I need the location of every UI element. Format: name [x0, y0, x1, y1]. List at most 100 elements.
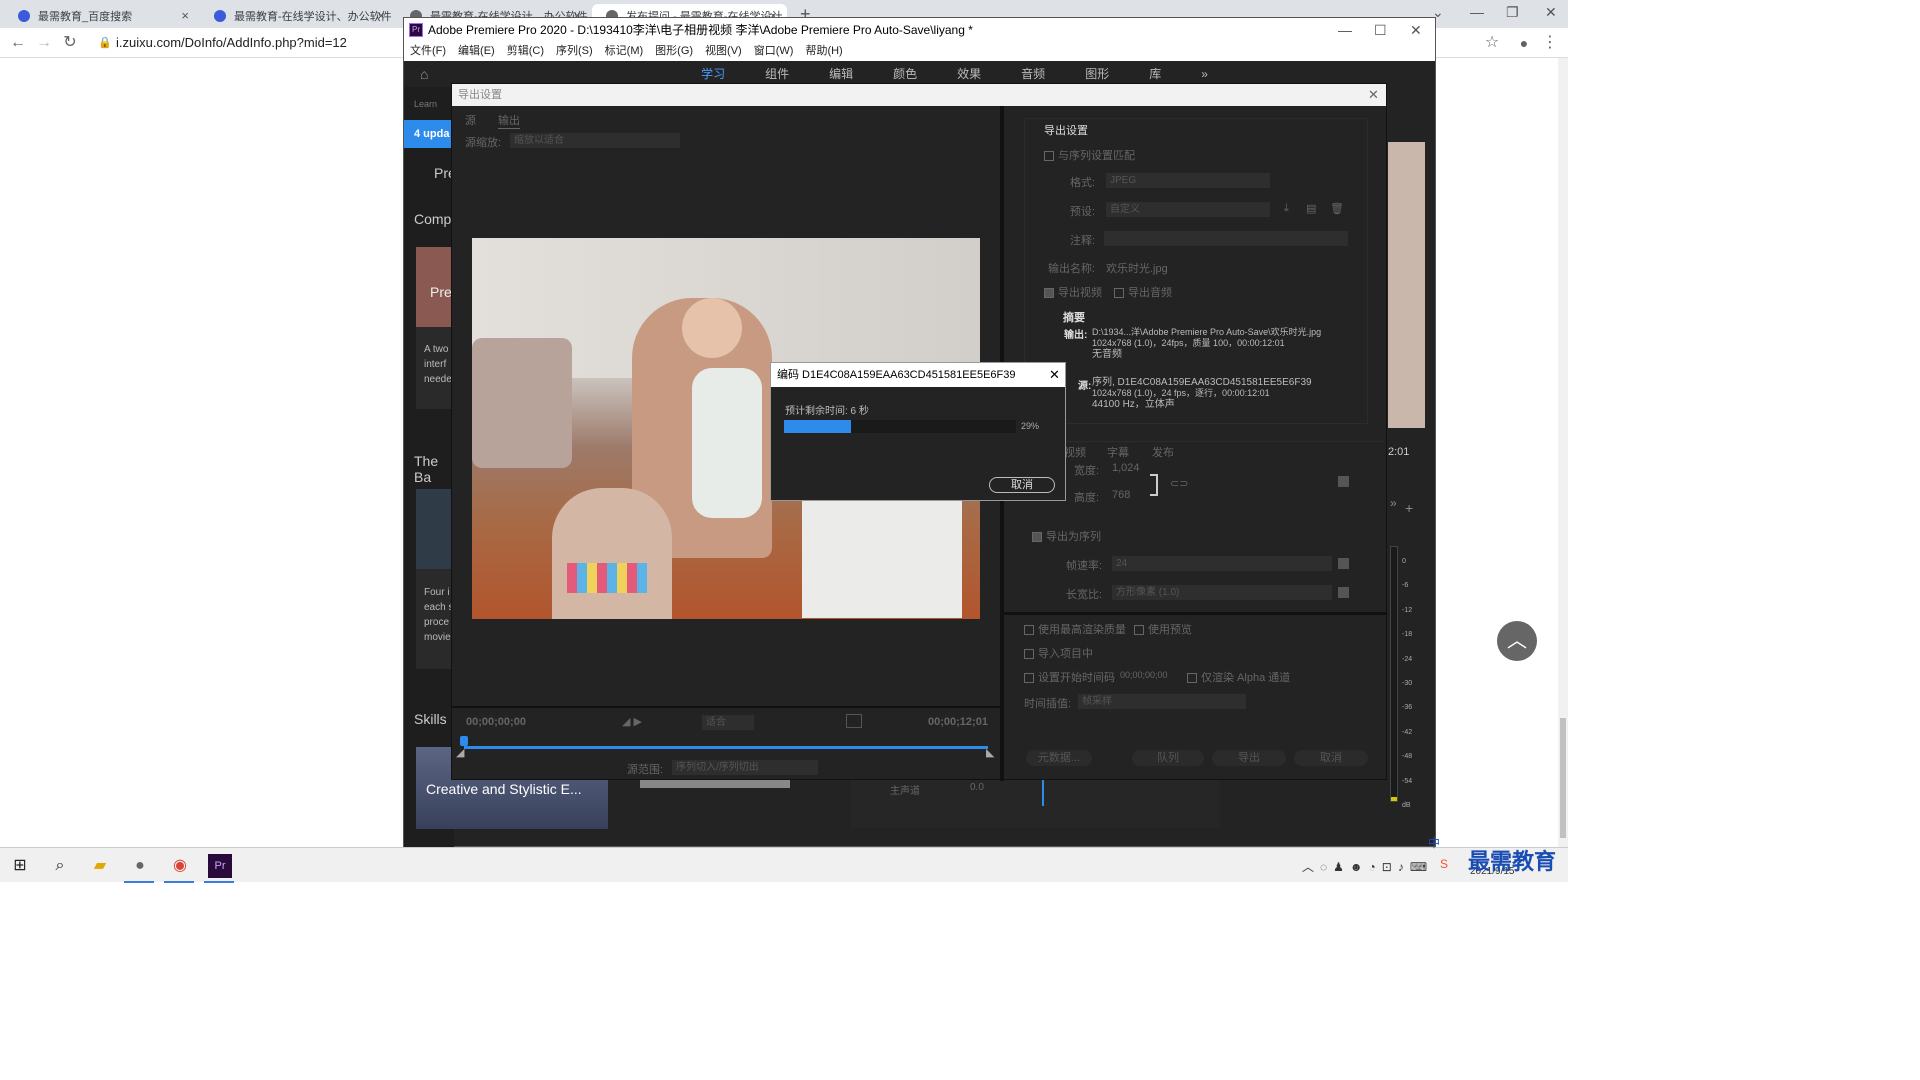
track-value: 0.0 — [970, 782, 984, 793]
comment-field[interactable] — [1104, 231, 1348, 246]
tab-publish[interactable]: 发布 — [1152, 444, 1174, 460]
scrollbar-thumb[interactable] — [1560, 718, 1566, 838]
ime-toolbar-chinese[interactable]: 中 — [1428, 834, 1440, 851]
export-video-checkbox[interactable]: 导出视频 — [1044, 284, 1102, 300]
start-timecode-checkbox[interactable]: 设置开始时间码 — [1024, 669, 1115, 685]
queue-button[interactable]: 队列 — [1132, 750, 1204, 766]
aspect-icon[interactable] — [846, 714, 862, 728]
use-preview-checkbox[interactable]: 使用预览 — [1134, 621, 1192, 637]
fps-checkbox[interactable] — [1338, 558, 1349, 569]
close-tab-icon[interactable]: × — [181, 8, 189, 23]
timecode-end[interactable]: 00;00;12;01 — [928, 716, 988, 728]
bookmark-star-icon[interactable]: ☆ — [1482, 33, 1502, 53]
tutorial-thumbnail[interactable]: Pre — [416, 247, 454, 327]
import-preset-icon[interactable]: ▤ — [1306, 202, 1316, 215]
in-out-marker-icon[interactable]: ◢ ▶ — [622, 715, 642, 728]
chrome-icon[interactable]: ◉ — [168, 854, 192, 878]
page-scrollbar[interactable] — [1558, 58, 1568, 847]
learn-panel: Learn 4 upda Pre Comp Pre A two interf nee… — [404, 87, 454, 847]
system-tray-icons[interactable]: ︿◌♟☻◔⊡♪⌨ — [1302, 858, 1433, 875]
output-name-link[interactable]: 欢乐时光.jpg — [1106, 260, 1168, 276]
size-checkbox[interactable] — [1338, 476, 1349, 487]
browser-tab-1[interactable]: 最需教育_百度搜索 × — [4, 4, 199, 28]
menu-help[interactable]: 帮助(H) — [805, 42, 842, 61]
fit-select[interactable]: 适合 — [702, 715, 754, 730]
more-icon[interactable]: » — [1390, 496, 1397, 510]
tab-captions[interactable]: 字幕 — [1107, 444, 1129, 460]
preset-select[interactable]: 自定义 — [1106, 202, 1270, 217]
add-icon[interactable]: + — [1405, 500, 1413, 516]
close-icon[interactable]: ✕ — [1545, 4, 1557, 21]
width-value[interactable]: 1,024 — [1112, 462, 1140, 474]
encode-cancel-button[interactable]: 取消 — [989, 477, 1055, 493]
export-button[interactable]: 导出 — [1212, 750, 1286, 766]
reload-icon[interactable]: ↻ — [60, 33, 80, 53]
encoding-dialog: 编码 D1E4C08A159EAA63CD451581EE5E6F39 ✕ 预计剩… — [770, 362, 1066, 501]
home-icon[interactable]: ⌂ — [420, 61, 428, 87]
max-quality-checkbox[interactable]: 使用最高渲染质量 — [1024, 621, 1126, 637]
minimize-icon[interactable]: — — [1470, 4, 1484, 20]
fps-select[interactable]: 24 — [1112, 556, 1332, 571]
start-timecode-value[interactable]: 00;00;00;00 — [1120, 670, 1168, 680]
premiere-taskbar-icon[interactable]: Pr — [208, 854, 232, 878]
save-preset-icon[interactable]: ⤓ — [1284, 202, 1289, 215]
format-select[interactable]: JPEG — [1106, 173, 1270, 188]
tutorial-thumbnail[interactable] — [416, 489, 454, 569]
url-field[interactable]: 🔒 i.zuixu.com/DoInfo/AddInfo.php?mid=12 — [92, 32, 402, 54]
menu-file[interactable]: 文件(F) — [410, 42, 446, 61]
import-project-checkbox[interactable]: 导入项目中 — [1024, 645, 1093, 661]
remaining-time: 预计剩余时间: 6 秒 — [785, 406, 869, 417]
updates-badge[interactable]: 4 upda — [404, 120, 454, 148]
windows-start-icon[interactable]: ⊞ — [8, 854, 32, 878]
close-icon[interactable]: ✕ — [1410, 18, 1422, 42]
menu-marker[interactable]: 标记(M) — [605, 42, 644, 61]
close-icon[interactable]: ✕ — [1049, 363, 1060, 387]
clip-bar[interactable] — [640, 780, 790, 788]
file-explorer-icon[interactable]: ▰ — [88, 854, 112, 878]
menu-window[interactable]: 窗口(W) — [754, 42, 794, 61]
cancel-button[interactable]: 取消 — [1294, 750, 1368, 766]
restore-icon[interactable]: ❐ — [1506, 4, 1519, 21]
in-point-icon[interactable]: ◢ — [456, 746, 464, 759]
source-range-select[interactable]: 序列切入/序列切出 — [672, 760, 818, 775]
timecode-start[interactable]: 00;00;00;00 — [466, 716, 526, 728]
menu-sequence[interactable]: 序列(S) — [556, 42, 593, 61]
alpha-only-checkbox[interactable]: 仅渲染 Alpha 通道 — [1187, 669, 1290, 685]
ime-icon[interactable]: S — [1440, 857, 1448, 871]
match-sequence-checkbox[interactable]: 与序列设置匹配 — [1044, 147, 1135, 163]
close-icon[interactable]: ✕ — [1368, 84, 1379, 106]
metadata-button[interactable]: 元数据... — [1026, 750, 1092, 766]
export-range-bar[interactable] — [464, 746, 988, 749]
scroll-top-button[interactable]: ︿ — [1497, 621, 1537, 661]
menu-edit[interactable]: 编辑(E) — [458, 42, 495, 61]
aspect-checkbox[interactable] — [1338, 587, 1349, 598]
height-value[interactable]: 768 — [1112, 489, 1130, 501]
search-icon[interactable]: ⌕ — [48, 854, 72, 878]
maximize-icon[interactable]: ☐ — [1374, 18, 1387, 42]
menu-dots-icon[interactable]: ⋮ — [1540, 33, 1560, 53]
tab-output[interactable]: 输出 — [498, 112, 520, 129]
export-as-sequence-checkbox[interactable]: 导出为序列 — [1032, 528, 1101, 544]
delete-preset-icon[interactable]: 🗑 — [1330, 202, 1344, 215]
close-tab-icon[interactable]: × — [377, 8, 385, 23]
menu-view[interactable]: 视图(V) — [705, 42, 742, 61]
aspect-select[interactable]: 方形像素 (1.0) — [1112, 585, 1332, 600]
tab-video[interactable]: 视频 — [1064, 444, 1086, 460]
interpolation-select[interactable]: 帧采样 — [1078, 694, 1246, 709]
playhead-handle[interactable] — [460, 736, 468, 746]
menu-clip[interactable]: 剪辑(C) — [507, 42, 544, 61]
browser-tab-2[interactable]: 最需教育-在线学设计、办公软件 × — [200, 4, 395, 28]
tab-source[interactable]: 源 — [465, 112, 476, 128]
minimize-icon[interactable]: — — [1338, 18, 1352, 42]
source-scale-select[interactable]: 缩放以适合 — [510, 133, 680, 148]
link-icon[interactable]: ⊂⊃ — [1170, 477, 1188, 490]
playhead[interactable] — [1042, 780, 1044, 806]
export-audio-checkbox[interactable]: 导出音频 — [1114, 284, 1172, 300]
app-icon[interactable]: ● — [128, 854, 152, 878]
out-point-icon[interactable]: ◣ — [986, 746, 994, 759]
profile-icon[interactable]: ● — [1514, 33, 1534, 53]
menu-graphics[interactable]: 图形(G) — [655, 42, 693, 61]
back-icon[interactable]: ← — [8, 33, 28, 53]
baidu-icon — [18, 10, 30, 22]
forward-icon[interactable]: → — [34, 33, 54, 53]
